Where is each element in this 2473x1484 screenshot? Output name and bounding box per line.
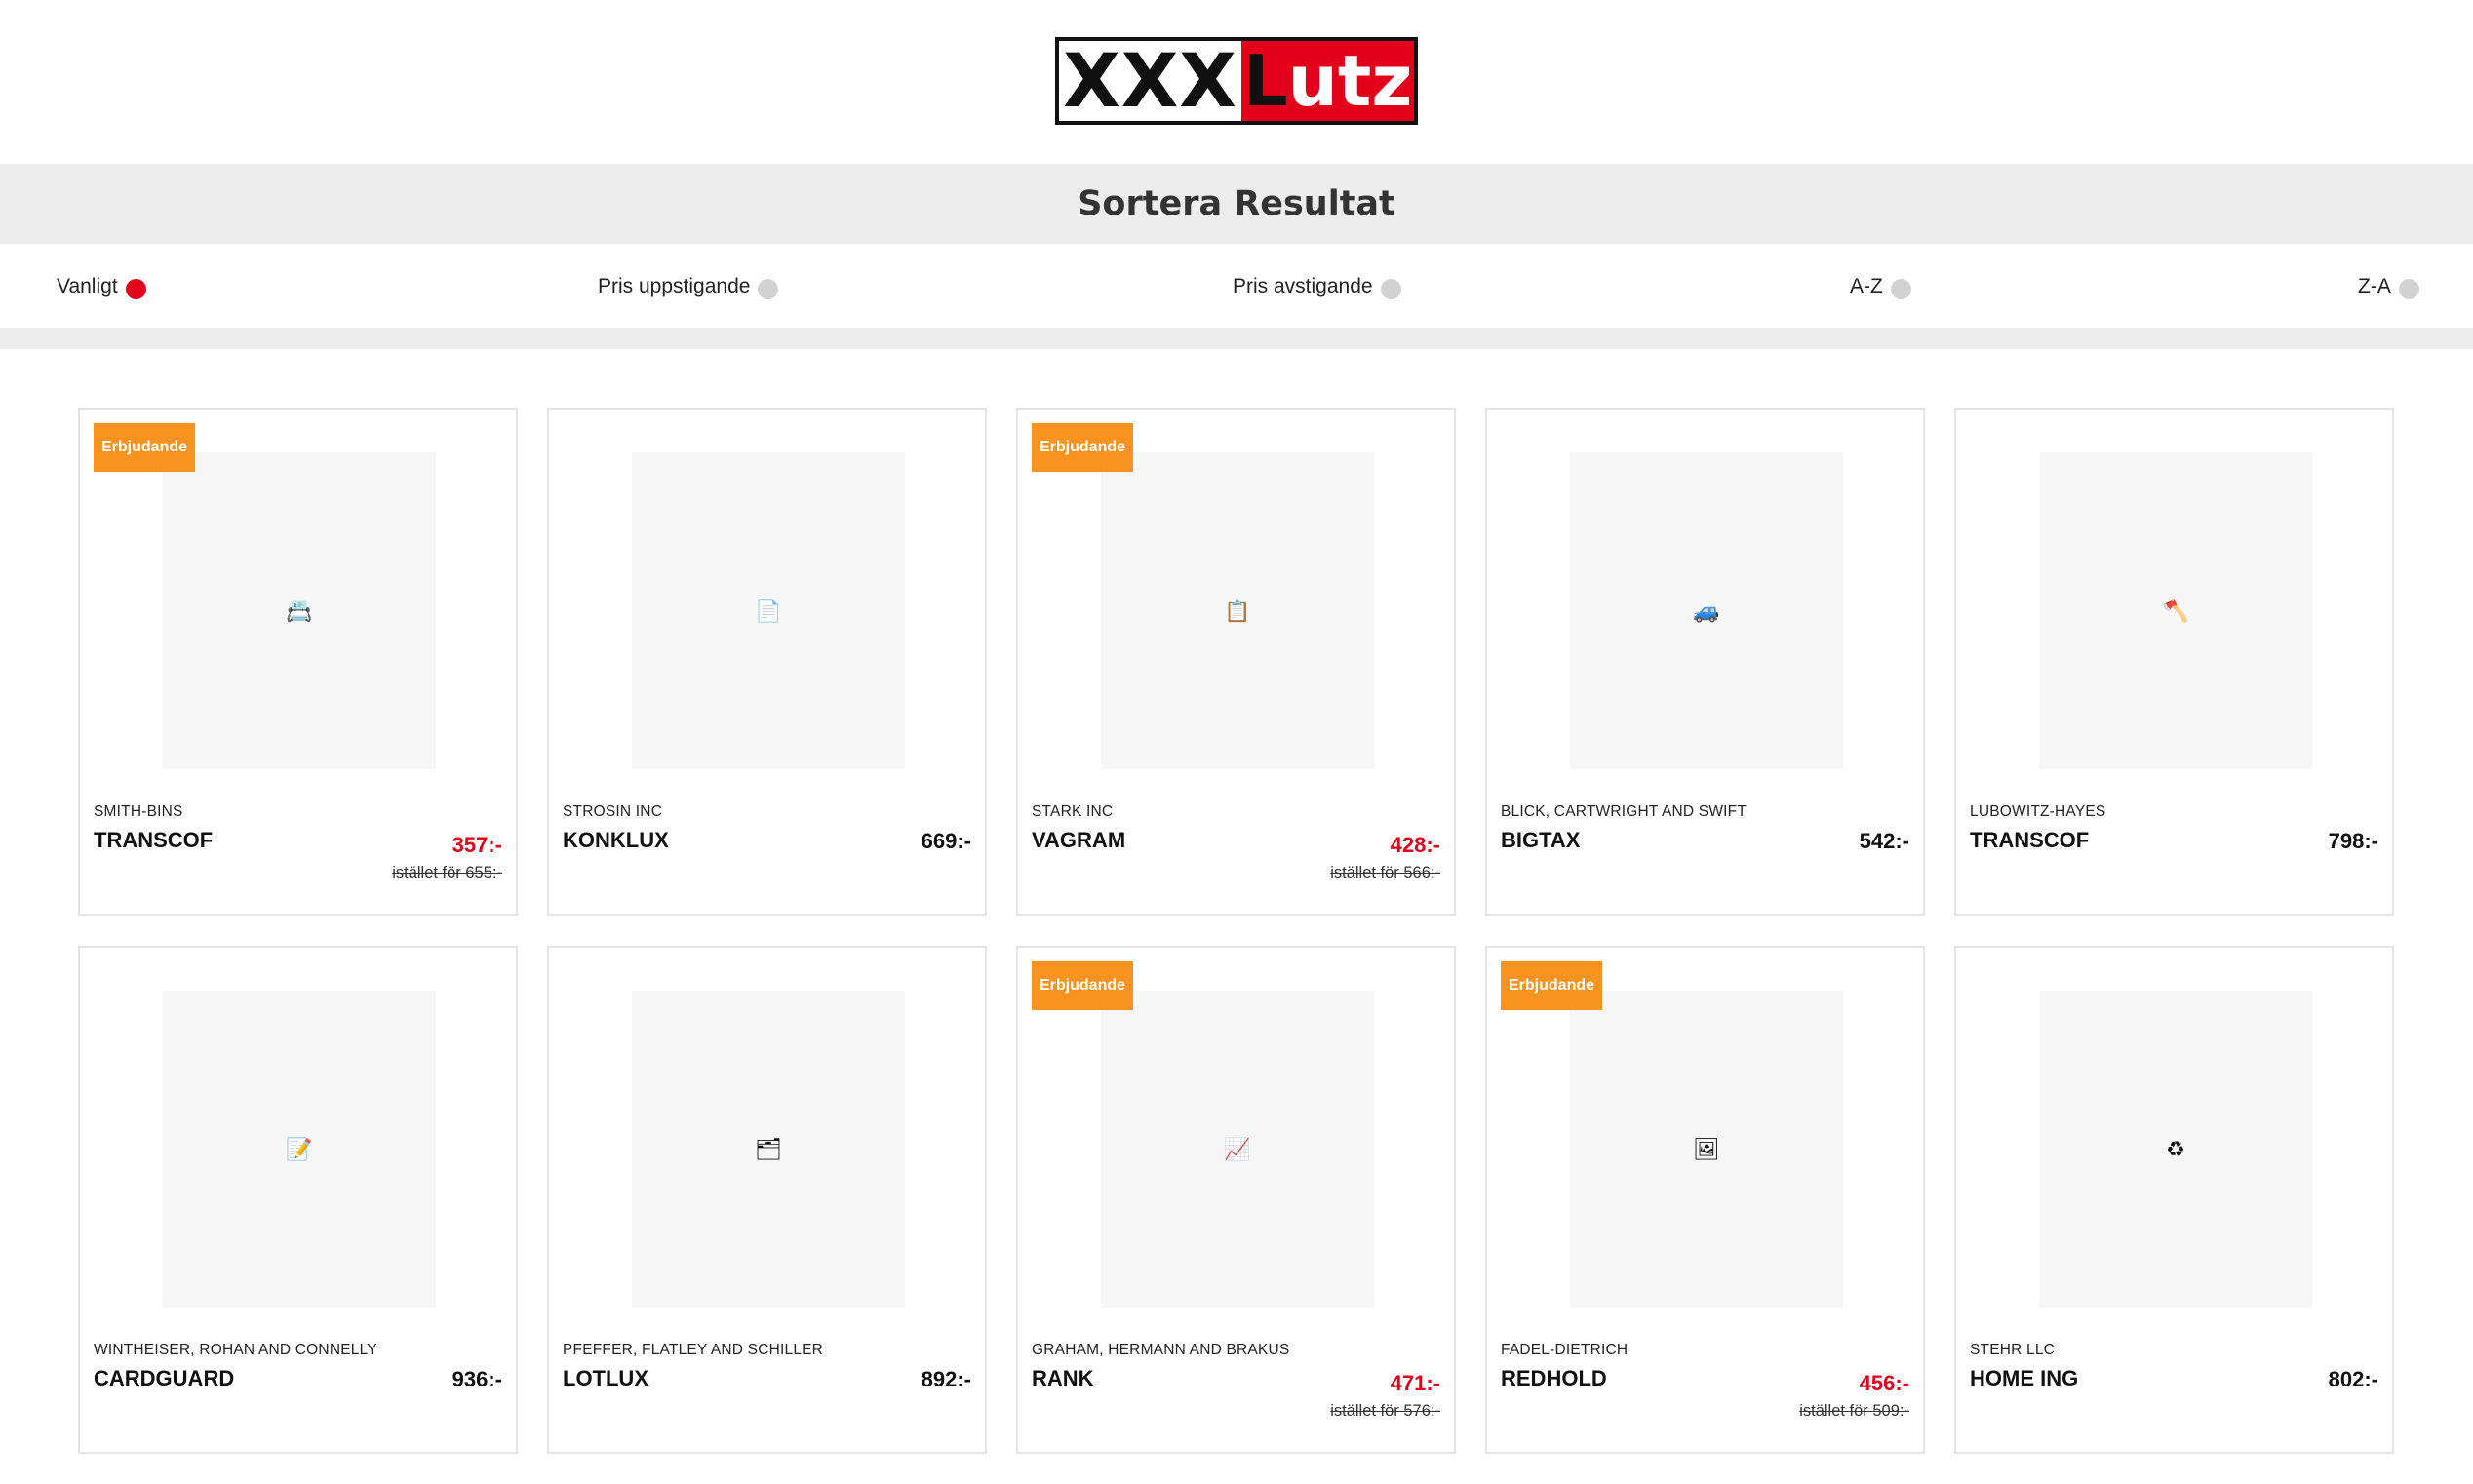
product-image[interactable]: 🪓 xyxy=(2039,452,2312,769)
car-icon: 🚙 xyxy=(1693,598,1720,623)
chart-icon: 📈 xyxy=(1224,1136,1251,1161)
product-card[interactable]: 🗂 PFEFFER, FLATLEY AND SCHILLER LOTLUX 892:… xyxy=(547,946,987,1454)
product-name[interactable]: TRANSCOF xyxy=(1970,828,2089,853)
sort-option-price-asc[interactable]: Pris uppstigande xyxy=(598,273,779,299)
product-brand: GRAHAM, HERMANN AND BRAKUS xyxy=(1032,1342,1290,1358)
sort-option-label: A-Z xyxy=(1850,274,1883,297)
logo-text-black: XXX xyxy=(1059,41,1241,121)
product-price: 892:- xyxy=(921,1367,971,1391)
product-price: 669:- xyxy=(921,829,971,853)
product-price: 802:- xyxy=(2328,1367,2378,1391)
product-brand: SMITH-BINS xyxy=(94,803,183,820)
sort-option-label: Z-A xyxy=(2358,274,2391,297)
product-card[interactable]: 📋 Erbjudande STARK INC VAGRAM 428:- istället … xyxy=(1016,408,1456,916)
sort-header-bar: Sortera Resultat xyxy=(0,164,2473,244)
product-image[interactable]: 📈 xyxy=(1101,991,1374,1308)
sort-option-default[interactable]: Vanligt xyxy=(57,273,146,299)
card-index-icon: 📇 xyxy=(286,598,313,623)
product-price: 428:- xyxy=(1390,833,1440,857)
offer-badge: Erbjudande xyxy=(1032,423,1134,472)
product-image[interactable]: 📄 xyxy=(632,452,905,769)
product-name[interactable]: TRANSCOF xyxy=(94,828,213,853)
product-card[interactable]: 📈 Erbjudande GRAHAM, HERMANN AND BRAKUS RAN… xyxy=(1016,946,1456,1454)
note-icon: 📝 xyxy=(286,1136,313,1161)
xxxlutz-logo[interactable]: XXX Lutz xyxy=(1055,37,1418,125)
product-name[interactable]: REDHOLD xyxy=(1501,1366,1607,1391)
sort-title: Sortera Resultat xyxy=(1078,184,1395,223)
product-name[interactable]: KONKLUX xyxy=(563,828,669,853)
product-name[interactable]: LOTLUX xyxy=(563,1366,648,1391)
product-price: 357:- xyxy=(451,833,502,857)
product-card[interactable]: 🖼 Erbjudande FADEL-DIETRICH REDHOLD 456:- ist… xyxy=(1485,946,1925,1454)
product-name[interactable]: CARDGUARD xyxy=(94,1366,234,1391)
sort-option-label: Pris uppstigande xyxy=(598,274,751,297)
sort-option-price-desc[interactable]: Pris avstigande xyxy=(1233,273,1401,299)
product-brand: PFEFFER, FLATLEY AND SCHILLER xyxy=(563,1342,824,1358)
sort-option-label: Vanligt xyxy=(57,274,118,297)
product-name[interactable]: HOME ING xyxy=(1970,1366,2078,1391)
product-image[interactable]: 📇 xyxy=(163,452,436,769)
product-card[interactable]: 🚙 BLICK, CARTWRIGHT AND SWIFT BIGTAX 542:- xyxy=(1485,408,1925,916)
sort-options: Vanligt Pris uppstigande Pris avstigande… xyxy=(0,244,2473,328)
product-card[interactable]: 📇 Erbjudande SMITH-BINS TRANSCOF 357:- iställ… xyxy=(78,408,518,916)
product-card[interactable]: ♻ STEHR LLC HOME ING 802:- xyxy=(1954,946,2394,1454)
product-image[interactable]: 🗂 xyxy=(632,991,905,1308)
product-image[interactable]: 🚙 xyxy=(1570,452,1843,769)
offer-badge: Erbjudande xyxy=(1501,961,1603,1010)
product-name[interactable]: VAGRAM xyxy=(1032,828,1125,853)
original-price: istället för 576:- xyxy=(1330,1402,1440,1420)
product-card[interactable]: 📄 STROSIN INC KONKLUX 669:- xyxy=(547,408,987,916)
product-name[interactable]: RANK xyxy=(1032,1366,1094,1391)
product-price: 798:- xyxy=(2328,829,2378,853)
product-brand: LUBOWITZ-HAYES xyxy=(1970,803,2106,820)
product-image[interactable]: 📋 xyxy=(1101,452,1374,769)
original-price: istället för 566:- xyxy=(1330,864,1440,881)
product-brand: FADEL-DIETRICH xyxy=(1501,1342,1629,1358)
product-brand: STROSIN INC xyxy=(563,803,663,820)
radio-dot-icon[interactable] xyxy=(2398,279,2419,299)
product-brand: STARK INC xyxy=(1032,803,1114,820)
original-price: istället för 509:- xyxy=(1799,1402,1909,1420)
offer-badge: Erbjudande xyxy=(94,423,196,472)
offer-badge: Erbjudande xyxy=(1032,961,1134,1010)
product-image[interactable]: 🖼 xyxy=(1570,991,1843,1308)
section-divider xyxy=(0,328,2473,349)
product-brand: STEHR LLC xyxy=(1970,1342,2056,1358)
sort-option-a-z[interactable]: A-Z xyxy=(1850,273,1911,299)
radio-dot-icon[interactable] xyxy=(758,279,779,299)
sort-option-z-a[interactable]: Z-A xyxy=(2358,273,2419,299)
radio-dot-icon[interactable] xyxy=(1380,279,1401,299)
axe-icon: 🪓 xyxy=(2162,598,2189,623)
product-brand: WINTHEISER, ROHAN AND CONNELLY xyxy=(94,1342,377,1358)
sort-option-label: Pris avstigande xyxy=(1233,274,1373,297)
picture-icon: 🖼 xyxy=(1693,1136,1720,1161)
document-icon: 📄 xyxy=(755,598,782,623)
product-image[interactable]: 📝 xyxy=(163,991,436,1308)
product-card[interactable]: 🪓 LUBOWITZ-HAYES TRANSCOF 798:- xyxy=(1954,408,2394,916)
product-price: 456:- xyxy=(1859,1371,1909,1395)
recycle-icon: ♻ xyxy=(2166,1136,2185,1161)
original-price: istället för 655:- xyxy=(392,864,502,881)
product-price: 542:- xyxy=(1859,829,1909,853)
radio-dot-icon[interactable] xyxy=(1890,279,1911,299)
product-card[interactable]: 📝 WINTHEISER, ROHAN AND CONNELLY CARDGUARD… xyxy=(78,946,518,1454)
list-icon: 📋 xyxy=(1224,598,1251,623)
product-image[interactable]: ♻ xyxy=(2039,991,2312,1308)
page-header: XXX Lutz xyxy=(0,0,2473,164)
folder-icon: 🗂 xyxy=(755,1136,782,1161)
radio-dot-icon[interactable] xyxy=(125,279,146,299)
product-price: 936:- xyxy=(451,1367,502,1391)
logo-text-red: Lutz xyxy=(1241,40,1414,122)
product-price: 471:- xyxy=(1390,1371,1440,1395)
product-brand: BLICK, CARTWRIGHT AND SWIFT xyxy=(1501,803,1747,820)
product-name[interactable]: BIGTAX xyxy=(1501,828,1580,853)
